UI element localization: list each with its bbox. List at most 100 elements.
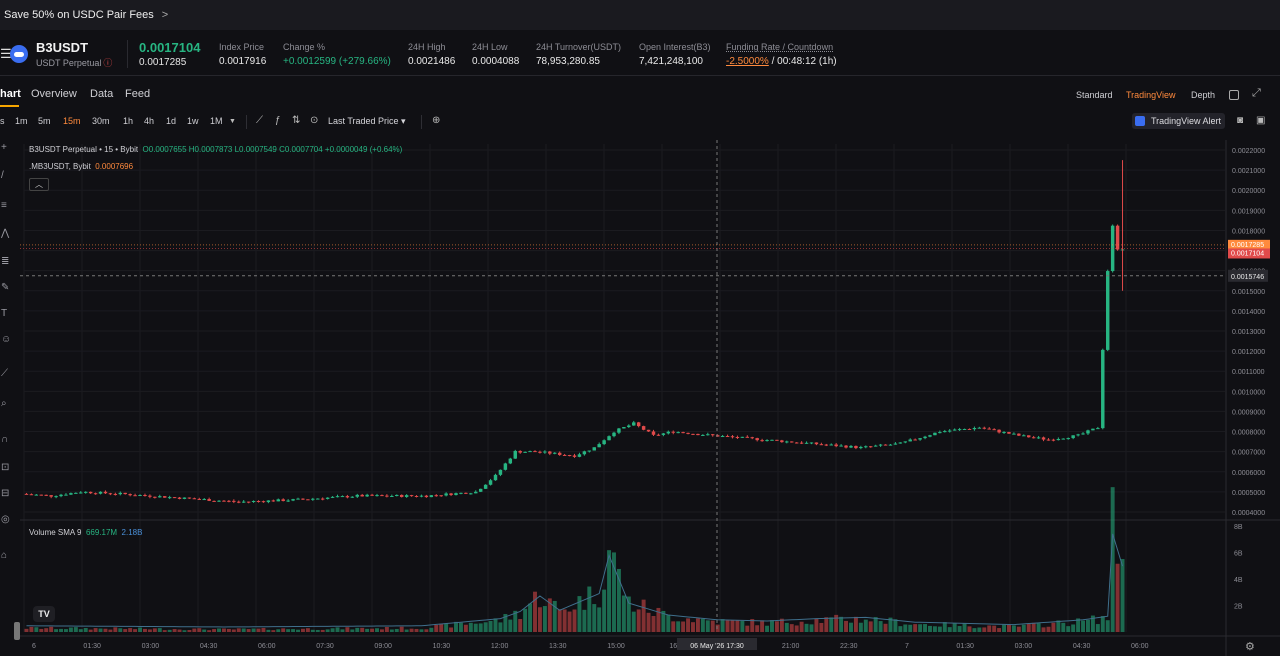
volume-bar	[641, 599, 646, 632]
scroll-handle[interactable]	[14, 622, 20, 640]
gear-icon[interactable]: ⚙	[1245, 640, 1255, 653]
magnet-tool-icon[interactable]: ∩	[1, 434, 8, 445]
candle-body	[518, 450, 522, 453]
pattern-tool-icon[interactable]: ⋀	[1, 228, 9, 239]
timeframe-option[interactable]: 1w	[187, 116, 199, 126]
volume-bar	[987, 625, 992, 632]
price-source-select[interactable]: Last Traded Price ▾	[328, 116, 406, 127]
info-icon[interactable]: ⓘ	[103, 58, 112, 68]
volume-bar	[444, 623, 449, 632]
stat-funding-rate[interactable]: Funding Rate / Countdown -2.5000% / 00:4…	[726, 42, 837, 67]
candle-body	[286, 500, 290, 502]
alert-label[interactable]: TradingView Alert	[1151, 116, 1221, 126]
trendline-tool-icon[interactable]: /	[1, 170, 4, 181]
volume-bar	[375, 628, 379, 632]
price-tag-label: 0.0017285	[1231, 242, 1264, 249]
candle-body	[750, 437, 754, 439]
symbol-name[interactable]: B3USDT	[36, 40, 88, 55]
view-tradingview[interactable]: TradingView	[1126, 90, 1176, 100]
brush-tool-icon[interactable]: ✎	[1, 282, 9, 293]
candle-body	[370, 494, 374, 496]
fib-tool-icon[interactable]: ≡	[1, 200, 7, 211]
volume-bar	[651, 615, 656, 632]
caret-down-icon[interactable]: ▼	[229, 118, 236, 125]
timeframe-option[interactable]: 1m	[15, 116, 28, 126]
view-depth[interactable]: Depth	[1191, 90, 1215, 100]
volume-bar	[103, 628, 108, 632]
indicators-icon[interactable]: ƒ	[275, 115, 281, 126]
volume-bar	[424, 629, 429, 632]
volume-bar	[700, 618, 705, 632]
tradingview-alert-button[interactable]: TradingView Alert	[1132, 113, 1226, 129]
candle-body	[829, 444, 833, 446]
time-axis-label: 7	[905, 643, 909, 650]
candle-body	[597, 444, 601, 448]
timeframe-option[interactable]: 1h	[123, 116, 133, 126]
text-tool-icon[interactable]: T	[1, 308, 7, 319]
candle-body	[419, 495, 424, 497]
checkbox-icon[interactable]	[1229, 90, 1239, 100]
tab-chart[interactable]: hart	[0, 88, 21, 100]
candle-body	[1061, 438, 1066, 440]
candle-body	[656, 434, 661, 436]
chart-canvas[interactable]: 0.0022000 0.0021000 0.0020000 0.0019000 0.00…	[20, 140, 1280, 656]
tab-overview[interactable]: Overview	[31, 88, 77, 100]
price-chart[interactable]: 0.0022000 0.0021000 0.0020000 0.0019000 0.00…	[20, 140, 1280, 656]
timeframe-option[interactable]: 1d	[166, 116, 176, 126]
timeframe-option-active[interactable]: 15m	[63, 116, 81, 126]
price-axis-label: 0.0018000	[1232, 228, 1265, 235]
visibility-icon[interactable]: ◎	[1, 514, 10, 525]
settings-icon[interactable]: ⊙	[310, 115, 318, 126]
view-standard[interactable]: Standard	[1076, 90, 1113, 100]
lock-drawing-icon[interactable]: ⊟	[1, 488, 9, 499]
emoji-tool-icon[interactable]: ☺	[1, 334, 11, 345]
volume-bar	[1071, 624, 1076, 632]
volume-bar	[29, 626, 34, 632]
compare-icon[interactable]: ⇅	[292, 115, 300, 126]
camera-icon[interactable]: ◙	[1237, 115, 1243, 126]
candle-body	[607, 436, 611, 441]
volume-bar	[108, 629, 113, 632]
candle-body	[296, 498, 300, 500]
volume-bar	[957, 626, 962, 632]
promo-banner[interactable]: Save 50% on USDC Pair Fees >	[0, 0, 1280, 30]
timeframe-option[interactable]: 30m	[92, 116, 110, 126]
timeframe-option[interactable]: 5m	[38, 116, 51, 126]
expand-icon[interactable]: ⤢	[1252, 87, 1261, 100]
timeframe-option[interactable]: 4h	[144, 116, 154, 126]
candle-body	[819, 444, 824, 446]
timeframe-option[interactable]: 1M	[210, 116, 223, 126]
candle-body	[54, 496, 58, 498]
collapse-legend-button[interactable]: ︿	[29, 178, 49, 191]
candle-body	[948, 430, 952, 432]
volume-bar	[849, 622, 853, 632]
candle-body	[429, 495, 434, 498]
contract-type: USDT Perpetual	[36, 58, 102, 68]
stat-label[interactable]: Funding Rate / Countdown	[726, 42, 837, 52]
candle-body	[365, 494, 369, 497]
time-axis-label: 15:00	[607, 643, 625, 650]
volume-bar	[542, 606, 547, 632]
chart-type-icon[interactable]: ⟋	[256, 115, 263, 126]
ruler-tool-icon[interactable]: ⟋	[1, 368, 8, 379]
channel-tool-icon[interactable]: ≣	[1, 256, 9, 267]
candle-body	[340, 496, 345, 498]
fullscreen-icon[interactable]: ▣	[1256, 115, 1265, 126]
zoom-tool-icon[interactable]: ⌕	[1, 398, 7, 409]
add-icon[interactable]: ⊕	[432, 115, 440, 126]
lock-tool-icon[interactable]: ⊡	[1, 462, 9, 473]
time-axis-label: 22:30	[840, 643, 858, 650]
trash-icon[interactable]: ⌂	[1, 550, 7, 561]
price-source-label[interactable]: Last Traded Price	[328, 116, 399, 126]
crosshair-tool-icon[interactable]: +	[1, 142, 7, 153]
candle-body	[167, 497, 172, 499]
time-axis-label: 03:00	[1015, 643, 1033, 650]
tab-data[interactable]: Data	[90, 88, 113, 100]
promo-text[interactable]: Save 50% on USDC Pair Fees	[4, 9, 154, 21]
volume-bar	[167, 629, 172, 632]
chevron-right-icon[interactable]: >	[162, 9, 168, 21]
timeframe-option[interactable]: s	[0, 116, 5, 126]
candle-body	[592, 447, 596, 451]
volume-bar	[350, 629, 355, 632]
tab-feed[interactable]: Feed	[125, 88, 150, 100]
